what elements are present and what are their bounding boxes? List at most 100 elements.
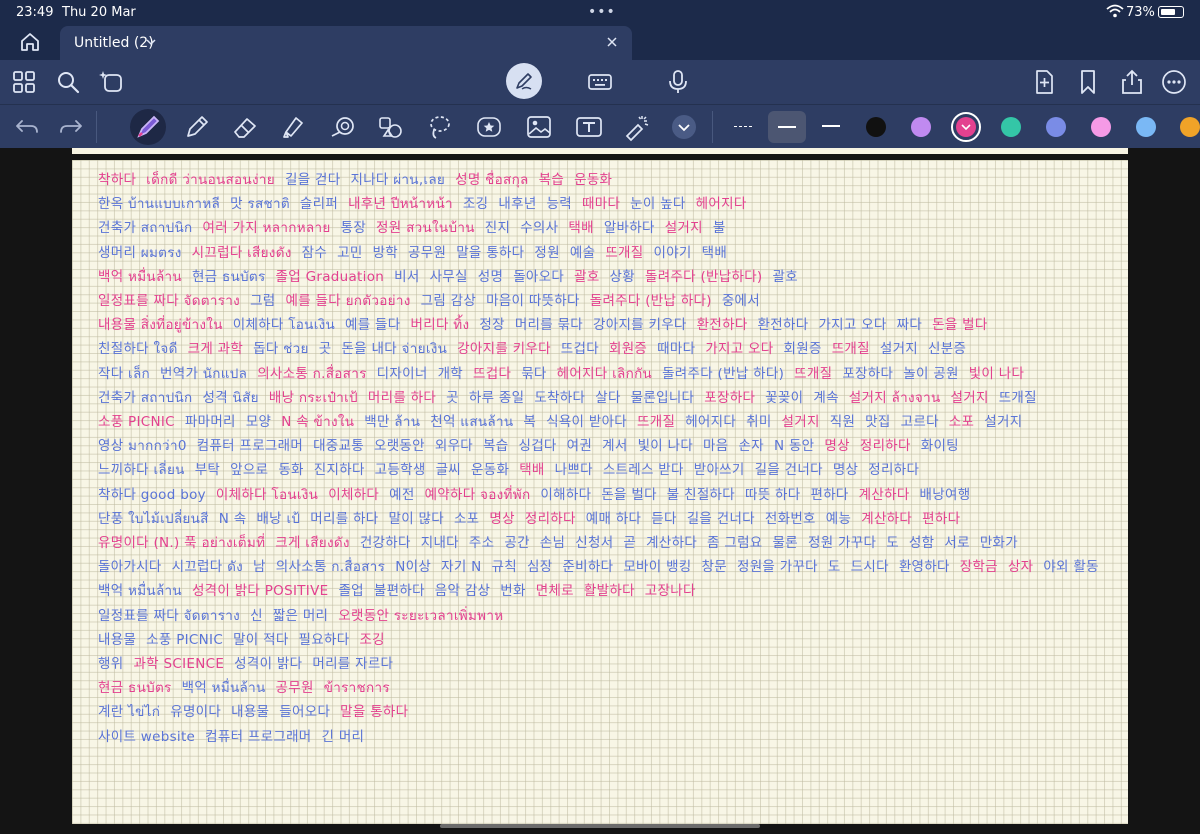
elements-icon[interactable] — [376, 112, 406, 142]
note-word: 만화가 — [979, 535, 1018, 551]
color-black-swatch[interactable] — [866, 117, 886, 137]
redo-icon[interactable] — [56, 112, 86, 142]
note-line: 일정표를 짜다 จัดตาราง 그럼 예를 들다 ยกตัวอย่าง 그림 감상 마… — [98, 289, 770, 313]
eraser-icon[interactable] — [230, 112, 260, 142]
shapes-icon[interactable] — [328, 112, 358, 142]
chevron-down-icon[interactable] — [146, 38, 156, 46]
status-bar: 23:49 Thu 20 Mar ••• 73% — [0, 0, 1200, 24]
note-word: 포장하다 — [842, 365, 894, 382]
note-line: 현금 ธนบัตร 백억 หมื่นล้าน 공무원 ข้าราชการ — [98, 676, 400, 700]
note-word: 공무원 — [408, 244, 447, 261]
horizontal-scrollbar[interactable] — [440, 824, 760, 828]
multitasking-dots-icon[interactable]: ••• — [588, 4, 616, 20]
note-word: 예약하다 จองที่พัก — [424, 486, 531, 503]
note-word: 필요하다 — [298, 631, 350, 648]
note-word: 내용물 สิ่งที่อยู่ข้างใน — [98, 317, 223, 334]
note-word: 내후년 ปีหน้าหน้า — [348, 196, 453, 213]
note-word: 고장나다 — [644, 583, 696, 600]
document-tab[interactable]: Untitled (2) — [60, 26, 632, 60]
note-word: 작다 เล็ก — [98, 365, 150, 382]
note-line: 건축가 สถาปนิก 여러 가지 หลากหลาย 통장 정원 สวนในบ้าน 진… — [98, 216, 736, 240]
add-page-icon[interactable] — [1030, 68, 1058, 96]
note-word: 의사소통 ก.สื่อสาร — [257, 365, 367, 382]
search-icon[interactable] — [54, 68, 82, 96]
note-word: 알바하다 — [603, 220, 655, 237]
color-light-pink-swatch[interactable] — [1091, 117, 1111, 137]
note-word: 고르다 — [900, 414, 939, 430]
top-toolbar — [0, 60, 1200, 104]
note-word: 맛 รสชาติ — [230, 196, 290, 213]
note-word: 자기 N — [441, 559, 482, 576]
tools-bar — [0, 104, 1200, 148]
battery-percentage: 73% — [1126, 5, 1155, 20]
note-word: 진지 — [484, 220, 511, 237]
text-icon[interactable] — [574, 112, 604, 142]
pen-tool[interactable] — [130, 109, 166, 145]
stroke-thick-button[interactable] — [812, 111, 850, 143]
grid-icon[interactable] — [10, 68, 38, 96]
note-word: 졸업 — [338, 583, 364, 600]
note-word: 정원 สวนในบ้าน — [376, 220, 475, 237]
laser-pointer-icon[interactable] — [622, 112, 652, 142]
note-word: 내용물 — [231, 704, 270, 721]
note-line: 백억 หมื่นล้าน 성격이 밝다 POSITIVE 졸업 불편하다 음악 감상 번화… — [98, 579, 706, 603]
note-word: 남 — [253, 559, 266, 576]
share-icon[interactable] — [1118, 68, 1146, 96]
sticker-icon[interactable] — [474, 112, 504, 142]
image-icon[interactable] — [524, 112, 554, 142]
note-word: 강아지를 키우다 — [457, 341, 551, 358]
bookmark-icon[interactable] — [1074, 68, 1102, 96]
note-word: 컴퓨터 프로그래머 — [196, 438, 304, 455]
collapse-tools-button[interactable] — [672, 115, 696, 139]
note-word: 천억 แสนล้าน — [430, 414, 514, 430]
pen-mode-button[interactable] — [506, 63, 542, 99]
pencil-icon[interactable] — [182, 112, 212, 142]
note-page[interactable]: 착하다 เด็กดี ว่านอนสอนง่าย 길을 걷다 지나다 ผ่าน,เลย… — [72, 160, 1128, 824]
color-pink-swatch[interactable] — [956, 117, 976, 137]
ai-icon[interactable] — [98, 68, 126, 96]
note-word: 가지고 오다 — [818, 317, 887, 334]
color-light-blue-swatch[interactable] — [1136, 117, 1156, 137]
note-word: 뜨개질 — [831, 341, 870, 358]
note-word: 크게 과학 — [187, 341, 244, 358]
color-purple-swatch[interactable] — [911, 117, 931, 137]
note-word: 말을 통하다 — [456, 244, 525, 261]
note-word: 계산하다 — [646, 535, 698, 551]
microphone-icon[interactable] — [664, 68, 692, 96]
note-word: 모양 — [245, 414, 272, 430]
note-word: 상황 — [609, 268, 635, 285]
chevron-down-icon — [961, 124, 971, 131]
color-periwinkle-swatch[interactable] — [1046, 117, 1066, 137]
note-word: 일정표를 짜다 จัดตาราง — [98, 607, 241, 624]
color-teal-swatch[interactable] — [1001, 117, 1021, 137]
stroke-medium-button[interactable] — [768, 111, 806, 143]
keyboard-icon[interactable] — [586, 68, 614, 96]
color-orange-swatch[interactable] — [1180, 117, 1200, 137]
note-word: 헤어지다 — [685, 414, 737, 430]
tab-title[interactable]: Untitled (2) — [74, 35, 154, 51]
close-icon[interactable] — [606, 36, 618, 48]
stroke-fine-button[interactable] — [724, 111, 762, 143]
note-word: 설거지 — [664, 220, 703, 237]
note-word: 장학금 — [959, 559, 998, 576]
previous-page-edge — [72, 148, 1128, 154]
note-word: 불 — [712, 220, 726, 237]
canvas-area[interactable]: 착하다 เด็กดี ว่านอนสอนง่าย 길을 걷다 지나다 ผ่าน,เลย… — [0, 148, 1200, 834]
note-word: 현금 ธนบัตร — [191, 268, 266, 285]
more-icon[interactable] — [1160, 68, 1188, 96]
note-word: 복습 — [538, 172, 565, 188]
undo-icon[interactable] — [12, 112, 42, 142]
note-word: 도 — [827, 559, 841, 576]
home-icon[interactable] — [18, 30, 42, 54]
note-word: 운동화 — [471, 462, 510, 479]
note-word: 계산하다 — [861, 510, 913, 527]
note-line: 계란 ไข่ไก่ 유명이다 내용물 들어오다 말을 통하다 — [98, 700, 418, 724]
note-word: 계서 — [602, 438, 628, 455]
note-word: 돈을 벌다 — [932, 317, 988, 334]
status-time: 23:49 — [16, 5, 54, 20]
note-word: N이상 — [395, 559, 432, 576]
note-word: 때마다 — [657, 341, 696, 358]
lasso-icon[interactable] — [424, 112, 454, 142]
highlighter-icon[interactable] — [278, 112, 308, 142]
tab-bar: Untitled (2) — [0, 24, 1200, 60]
